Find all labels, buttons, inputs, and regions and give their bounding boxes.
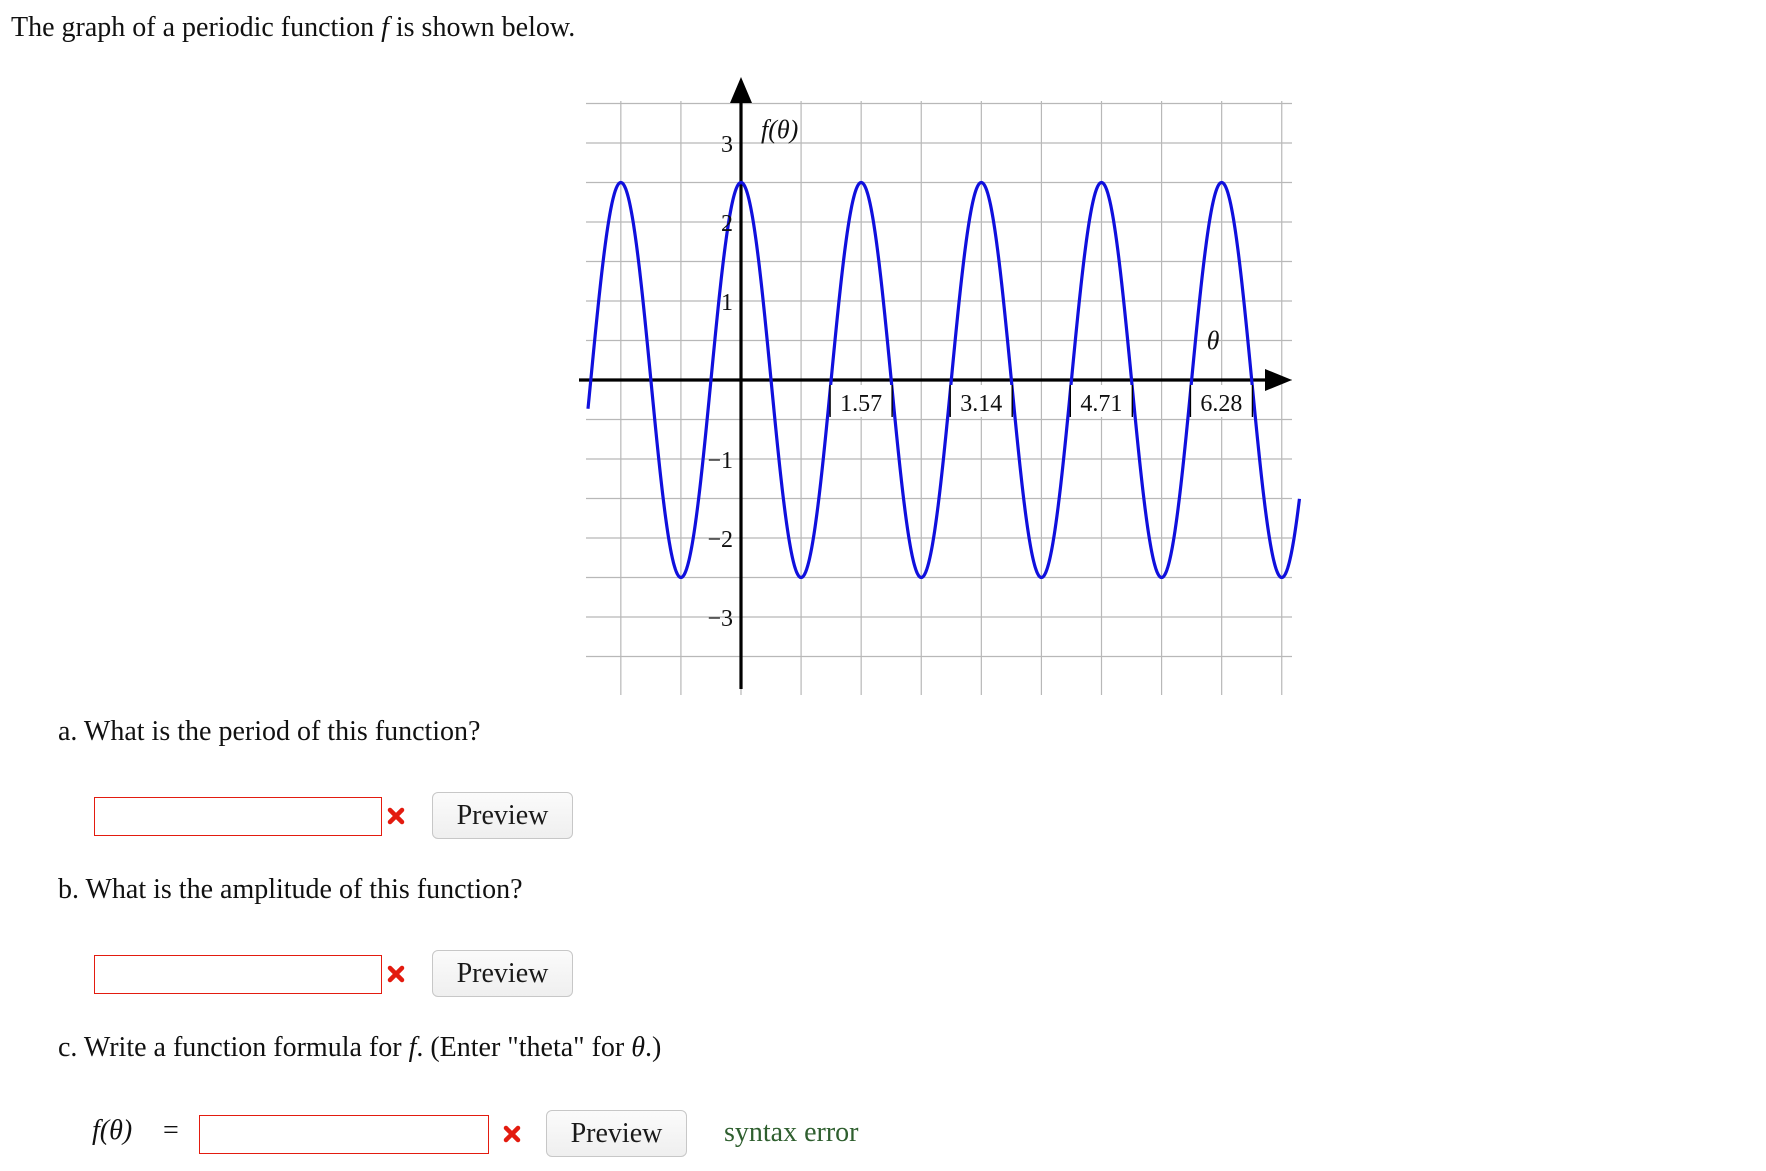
period-answer-input[interactable] — [94, 797, 382, 836]
y-axis-label: f(θ) — [761, 115, 798, 144]
grid-lines — [586, 101, 1292, 695]
incorrect-x-icon — [503, 1125, 521, 1143]
equals-sign: = — [163, 1115, 179, 1146]
y-axis-arrow — [730, 77, 752, 103]
x-tick-label: 4.71 — [1080, 391, 1122, 417]
intro-text: The graph of a periodic function f is sh… — [11, 14, 575, 42]
formula-answer-input[interactable] — [199, 1115, 489, 1154]
x-tick-label-group: 4.71 — [1069, 385, 1134, 417]
x-axis-arrow — [1265, 369, 1292, 391]
axes — [579, 77, 1292, 689]
x-tick-label-group: 1.57 — [829, 385, 893, 417]
intro-after: is shown below. — [388, 12, 576, 43]
incorrect-x-icon — [387, 965, 405, 983]
x-tick-label-group: 6.28 — [1189, 385, 1254, 417]
syntax-error-status: syntax error — [724, 1117, 859, 1148]
question-a-text: a. What is the period of this function? — [58, 716, 481, 747]
question-b-text: b. What is the amplitude of this functio… — [58, 874, 523, 905]
y-tick-label: 2 — [721, 211, 733, 237]
y-tick-label: −3 — [707, 606, 733, 632]
preview-button-b[interactable]: Preview — [432, 950, 573, 997]
amplitude-answer-input[interactable] — [94, 955, 382, 994]
question-c-text: c. Write a function formula for f. (Ente… — [58, 1034, 661, 1062]
intro-before: The graph of a periodic function — [11, 12, 382, 43]
y-tick-label: −1 — [707, 448, 733, 474]
question-c-before: c. Write a function formula for — [58, 1032, 409, 1063]
formula-lhs-label: f(θ) — [92, 1115, 133, 1146]
x-tick-label: 3.14 — [960, 391, 1002, 417]
preview-button-c[interactable]: Preview — [546, 1110, 687, 1157]
incorrect-x-icon — [387, 807, 405, 825]
question-c-variable: θ — [631, 1032, 645, 1063]
preview-button-a[interactable]: Preview — [432, 792, 573, 839]
y-tick-label: −2 — [707, 527, 733, 553]
x-tick-label: 1.57 — [840, 391, 882, 417]
x-tick-label: 6.28 — [1200, 391, 1242, 417]
y-tick-label: 1 — [721, 290, 733, 316]
question-c-after: .) — [645, 1032, 662, 1063]
x-tick-label-group: 3.14 — [949, 385, 1013, 417]
question-c-mid: . (Enter "theta" for — [416, 1032, 632, 1063]
x-axis-label: θ — [1207, 326, 1220, 355]
intro-function-name: f — [381, 12, 389, 43]
function-graph: 1.57 3.14 4.71 6.28 3 2 1 −1 −2 −3 f(θ) θ — [579, 77, 1302, 695]
y-tick-label: 3 — [721, 132, 733, 158]
